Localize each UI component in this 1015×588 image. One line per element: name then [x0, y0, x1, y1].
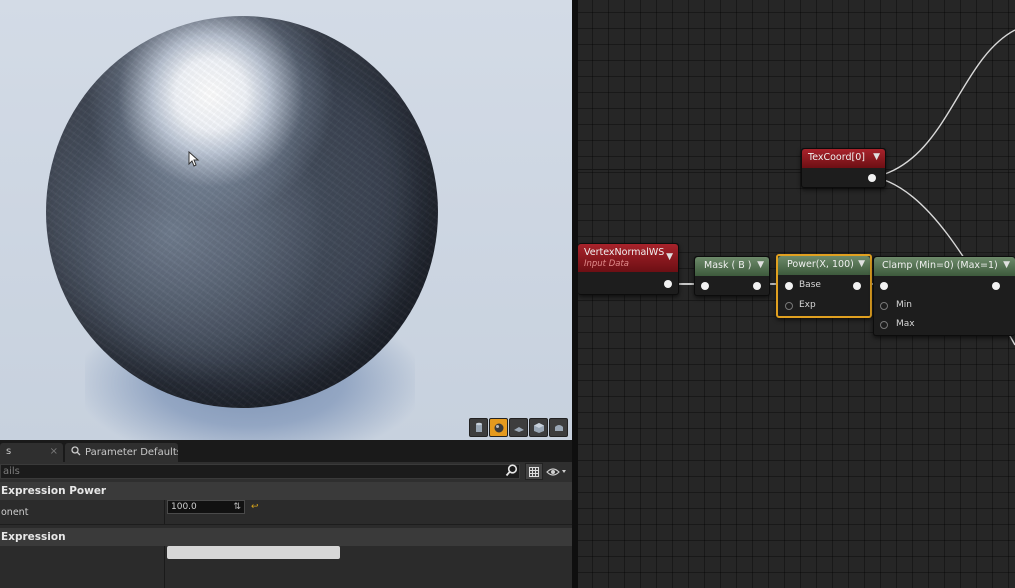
- tab-parameter-defaults[interactable]: Parameter Defaults×: [65, 443, 178, 462]
- mouse-cursor-icon: [188, 151, 200, 167]
- preview-sphere: [46, 16, 438, 408]
- property-row-exponent: onent: [0, 500, 572, 525]
- node-power[interactable]: Power(X, 100) ▼ Base Exp: [776, 254, 872, 318]
- input-pin-base[interactable]: [785, 282, 793, 290]
- chevron-down-icon[interactable]: ▼: [873, 152, 880, 162]
- pin-label: Max: [896, 319, 915, 329]
- details-tabbar: s × Parameter Defaults×: [0, 440, 572, 462]
- tab-details[interactable]: s ×: [0, 443, 63, 462]
- output-pin[interactable]: [753, 282, 761, 290]
- reset-to-default-icon[interactable]: ↩: [251, 502, 259, 512]
- input-pin[interactable]: [701, 282, 709, 290]
- view-options-button[interactable]: [546, 463, 570, 480]
- chevron-down-icon[interactable]: ▼: [666, 252, 673, 262]
- wire-texcoord-out-up: [874, 29, 1015, 178]
- node-header: Clamp (Min=0) (Max=1) ▼: [874, 257, 1015, 276]
- node-header: TexCoord[0] ▼: [802, 149, 885, 168]
- details-search-input[interactable]: ails: [0, 464, 520, 479]
- plane-icon[interactable]: [509, 418, 528, 437]
- category-expression[interactable]: Expression: [0, 528, 572, 546]
- tab-label: s: [6, 446, 12, 457]
- input-pin-exp[interactable]: [785, 302, 793, 310]
- close-icon[interactable]: ×: [50, 446, 58, 457]
- node-header: Mask ( B ) ▼: [695, 257, 769, 276]
- grid-icon: [529, 466, 539, 477]
- node-title: TexCoord[0]: [808, 152, 865, 163]
- sphere-icon[interactable]: [489, 418, 508, 437]
- eye-icon: [546, 467, 566, 476]
- cube-icon[interactable]: [529, 418, 548, 437]
- search-icon: [71, 446, 81, 456]
- chevron-down-icon[interactable]: ▼: [1003, 260, 1010, 270]
- cylinder-icon[interactable]: [469, 418, 488, 437]
- pin-label: Exp: [799, 300, 816, 310]
- exponent-value: 100.0: [171, 502, 197, 512]
- chevron-down-icon[interactable]: ▼: [757, 260, 764, 270]
- details-panel: s × Parameter Defaults× ails Expression …: [0, 440, 572, 588]
- property-label: onent: [1, 507, 29, 518]
- node-title: Clamp (Min=0) (Max=1): [882, 260, 998, 271]
- output-pin[interactable]: [853, 282, 861, 290]
- pin-label: Min: [896, 300, 912, 310]
- custom-mesh-icon[interactable]: [549, 418, 568, 437]
- tab-label: Parameter Defaults: [85, 447, 178, 458]
- output-pin[interactable]: [868, 174, 876, 182]
- node-header: Power(X, 100) ▼: [778, 256, 870, 275]
- preview-mesh-toolbar: [469, 418, 568, 437]
- exponent-value-input[interactable]: 100.0 ⇅: [167, 500, 245, 514]
- output-pin[interactable]: [992, 282, 1000, 290]
- input-pin[interactable]: [880, 282, 888, 290]
- description-input[interactable]: [167, 546, 340, 559]
- pin-label: Base: [799, 280, 821, 290]
- material-preview-viewport[interactable]: [0, 0, 572, 440]
- search-row: ails: [0, 462, 572, 482]
- search-icon: [505, 464, 518, 477]
- node-subtitle: Input Data: [584, 259, 630, 269]
- input-pin-max[interactable]: [880, 321, 888, 329]
- chevron-down-icon[interactable]: ▼: [858, 259, 865, 269]
- node-title: VertexNormalWS: [584, 247, 665, 258]
- material-graph-canvas[interactable]: TexCoord[0] ▼ VertexNormalWS ▼ Input Dat…: [578, 0, 1015, 588]
- node-header: VertexNormalWS ▼ Input Data: [578, 244, 678, 272]
- category-expression-power[interactable]: Expression Power: [0, 482, 572, 500]
- property-matrix-button[interactable]: [525, 463, 543, 480]
- node-clamp[interactable]: Clamp (Min=0) (Max=1) ▼ Min Max: [873, 256, 1015, 336]
- input-pin-min[interactable]: [880, 302, 888, 310]
- node-title: Mask ( B ): [704, 260, 752, 271]
- spin-arrows-icon[interactable]: ⇅: [233, 502, 241, 512]
- node-texcoord[interactable]: TexCoord[0] ▼: [801, 148, 886, 188]
- node-vertexnormalws[interactable]: VertexNormalWS ▼ Input Data: [578, 243, 679, 295]
- node-mask[interactable]: Mask ( B ) ▼: [694, 256, 770, 296]
- node-title: Power(X, 100): [787, 259, 854, 270]
- output-pin[interactable]: [664, 280, 672, 288]
